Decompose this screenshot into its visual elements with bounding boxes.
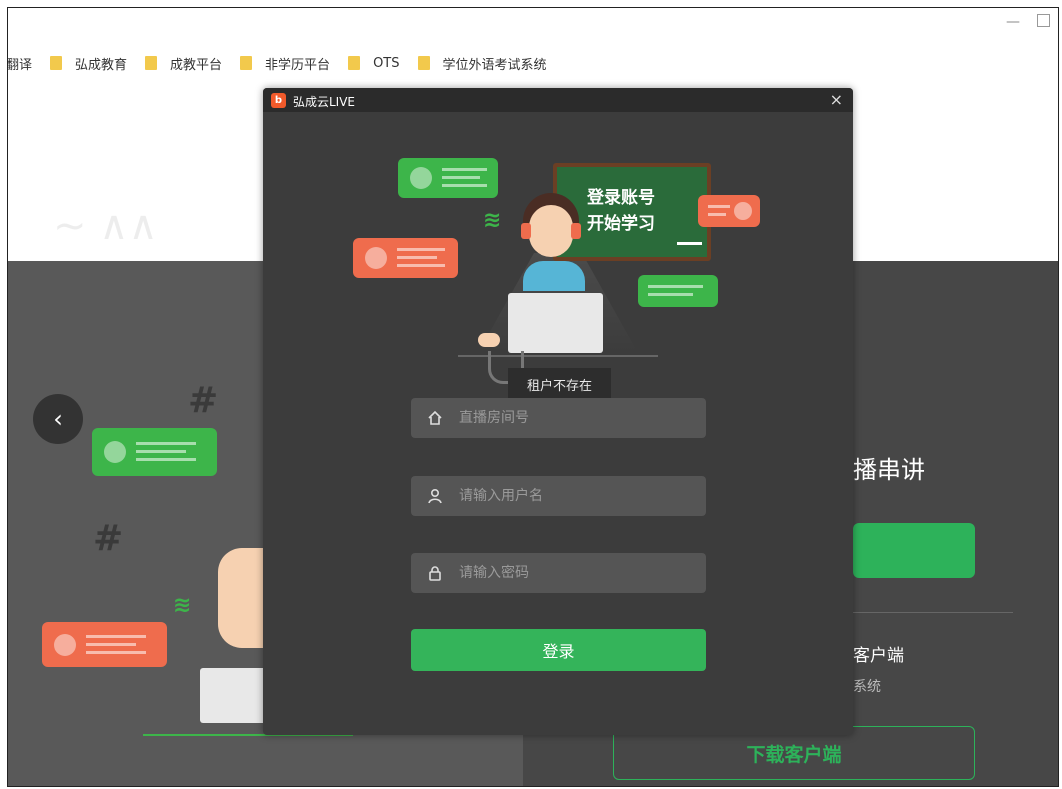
hash-icon: # [93, 518, 124, 559]
user-icon [427, 488, 447, 504]
bookmark-ots[interactable]: OTS [348, 55, 400, 71]
folder-icon [145, 56, 158, 70]
avatar-illustration [218, 548, 266, 648]
background-heading: 播串讲 [853, 456, 925, 484]
chat-bubble-icon [353, 238, 458, 278]
background-green-button[interactable] [853, 523, 975, 578]
room-number-input[interactable] [457, 409, 691, 427]
bookmark-translate[interactable]: 翻译 [7, 54, 33, 73]
bookmark-hongcheng[interactable]: 弘成教育 [50, 54, 127, 73]
chat-bubble-icon [698, 195, 760, 227]
chat-bubble-icon [42, 622, 167, 667]
chevron-left-icon[interactable]: ‹ [33, 394, 83, 444]
laptop-illustration [200, 668, 270, 723]
bookmark-label: 学位外语考试系统 [442, 57, 547, 73]
app-logo-icon: b [271, 93, 286, 108]
wifi-icon: ≋ [483, 208, 502, 233]
lock-icon [427, 565, 447, 581]
wifi-icon: ≋ [173, 593, 192, 618]
maximize-icon[interactable] [1037, 14, 1050, 27]
login-dialog: b 弘成云LIVE × 登录账号 开始学习 ≋ 租户不存在 直播房间号 请输入用… [263, 88, 853, 735]
bookmark-chengjiao[interactable]: 成教平台 [145, 54, 222, 73]
bookmark-label: 弘成教育 [75, 57, 128, 73]
room-number-field[interactable] [411, 398, 706, 438]
hash-icon: # [188, 380, 219, 421]
dialog-title: 弘成云LIVE [293, 95, 356, 109]
bookmark-label: 非学历平台 [265, 57, 331, 73]
board-line-1: 登录账号 [587, 188, 655, 208]
username-input[interactable] [457, 487, 691, 505]
login-button[interactable]: 登录 [411, 629, 706, 671]
home-icon [427, 410, 447, 426]
decorative-scribble: ~ ∧∧ [53, 203, 158, 249]
board-line-2: 开始学习 [587, 214, 655, 234]
password-field[interactable] [411, 553, 706, 593]
bookmark-label: OTS [373, 55, 400, 71]
divider [853, 612, 1013, 613]
folder-icon [348, 56, 361, 70]
bookmark-feixueli[interactable]: 非学历平台 [240, 54, 330, 73]
minimize-icon[interactable]: — [1006, 14, 1020, 30]
chat-bubble-icon [398, 158, 498, 198]
chat-bubble-icon [638, 275, 718, 307]
bookmark-label: 翻译 [7, 57, 33, 73]
avatar-illustration [521, 193, 581, 263]
login-illustration: 登录账号开始学习 ≋ [348, 153, 768, 384]
folder-icon [417, 56, 430, 70]
folder-icon [240, 56, 253, 70]
dialog-title-bar: b 弘成云LIVE × [263, 88, 853, 112]
bookmark-xuewei[interactable]: 学位外语考试系统 [417, 54, 547, 73]
username-field[interactable] [411, 476, 706, 516]
client-label: 客户端 [853, 646, 904, 666]
bookmark-label: 成教平台 [170, 57, 223, 73]
title-bar: — [8, 8, 1058, 44]
laptop-illustration [508, 293, 603, 353]
error-tooltip: 租户不存在 [508, 368, 611, 400]
bookmarks-bar: 翻译 弘成教育 成教平台 非学历平台 OTS 学位外语考试系统 [8, 48, 1058, 78]
system-label: 系统 [853, 679, 881, 695]
password-input[interactable] [457, 564, 691, 582]
chat-bubble-icon [92, 428, 217, 476]
close-icon[interactable]: × [830, 90, 843, 109]
folder-icon [50, 56, 63, 70]
browser-window: — 翻译 弘成教育 成教平台 非学历平台 OTS 学位外语考试系统 ~ ∧∧ ‹… [7, 7, 1059, 787]
